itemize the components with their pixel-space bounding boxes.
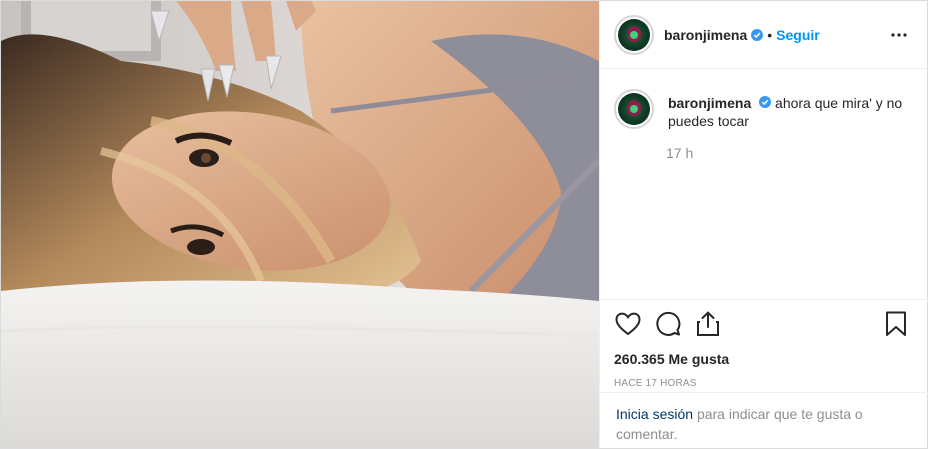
verified-badge-icon [759,96,772,108]
login-prompt: Inicia sesión para indicar que te gusta … [600,392,928,448]
caption-username[interactable]: baronjimena [668,95,751,111]
header-separator: • [767,26,773,43]
caption-comment: baronjimena ahora que mira' y no puedes … [614,89,911,130]
bookmark-icon[interactable] [882,310,910,338]
post-photo[interactable] [1,1,599,448]
post-container: baronjimena • Seguir baronjimena ahora q… [0,0,928,449]
verified-badge-icon [751,28,764,41]
share-icon[interactable] [694,310,722,338]
login-link[interactable]: Inicia sesión [616,406,693,422]
action-icons [614,310,916,338]
avatar-image [618,93,650,125]
comments-section: baronjimena ahora que mira' y no puedes … [600,69,927,298]
follow-button[interactable]: Seguir [776,27,820,43]
author-avatar[interactable] [614,14,654,55]
caption-avatar[interactable] [614,89,654,129]
avatar-image [618,18,650,51]
author-username[interactable]: baronjimena [664,27,747,43]
post-sidebar: baronjimena • Seguir baronjimena ahora q… [599,1,928,448]
post-header: baronjimena • Seguir [600,1,927,69]
photo-illustration [1,1,599,448]
heart-icon[interactable] [614,310,642,338]
post-timestamp[interactable]: HACE 17 HORAS [614,378,916,389]
more-options-icon[interactable] [887,23,911,47]
post-actions: 260.365 Me gusta HACE 17 HORAS [600,299,928,389]
caption-body: baronjimena ahora que mira' y no puedes … [668,94,908,130]
likes-count[interactable]: 260.365 Me gusta [614,351,916,367]
caption-time[interactable]: 17 h [666,145,911,161]
comment-icon[interactable] [654,310,682,338]
